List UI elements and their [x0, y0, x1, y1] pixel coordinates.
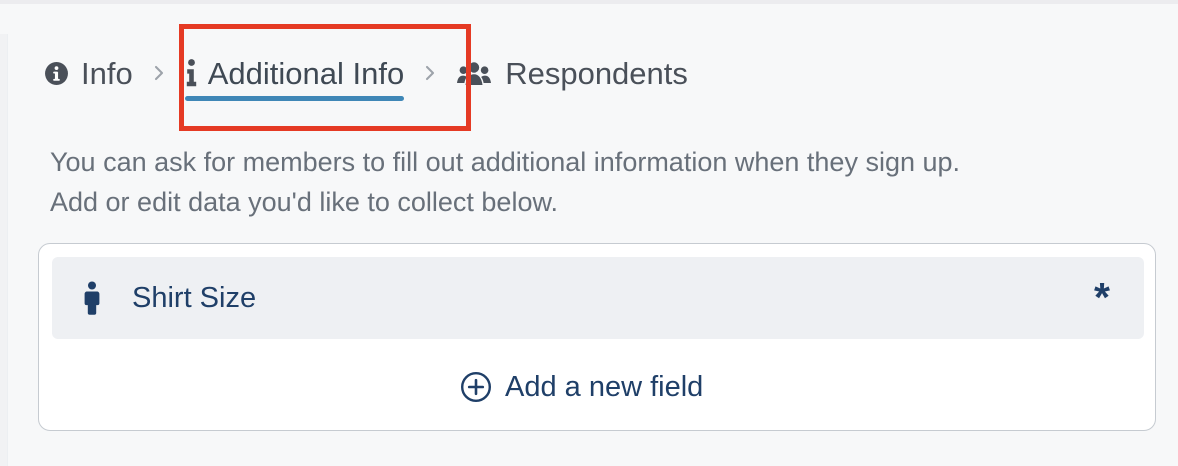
- step-respondents[interactable]: Respondents: [456, 49, 688, 97]
- wizard-steps: Info Additional Info Respondents: [44, 48, 688, 101]
- person-icon: [81, 281, 103, 315]
- info-circle-icon: [44, 61, 69, 86]
- intro-text: You can ask for members to fill out addi…: [50, 142, 1150, 222]
- step-respondents-label: Respondents: [505, 55, 688, 91]
- required-asterisk-icon: *: [1094, 274, 1110, 320]
- chevron-right-icon: [151, 49, 167, 97]
- field-label-shirt-size: Shirt Size: [132, 281, 257, 314]
- plus-circle-icon: [460, 371, 492, 403]
- add-new-field-label: Add a new field: [505, 370, 704, 403]
- step-additional-info-label: Additional Info: [207, 55, 405, 91]
- add-new-field-button[interactable]: Add a new field: [460, 364, 703, 410]
- top-rule: [0, 0, 1178, 4]
- step-additional-info[interactable]: Additional Info: [184, 49, 405, 101]
- step-info[interactable]: Info: [44, 49, 133, 97]
- intro-line-2: Add or edit data you'd like to collect b…: [50, 187, 558, 217]
- users-icon: [456, 61, 492, 86]
- fields-card: Shirt Size * Add a new field: [38, 243, 1156, 431]
- info-icon: [185, 58, 198, 88]
- step-info-label: Info: [81, 55, 133, 91]
- intro-line-1: You can ask for members to fill out addi…: [50, 147, 961, 177]
- left-panel-edge: [0, 34, 8, 466]
- additional-info-screen: Info Additional Info Respondents You can…: [0, 0, 1178, 466]
- chevron-right-icon: [422, 49, 438, 97]
- field-row-shirt-size[interactable]: Shirt Size *: [52, 257, 1144, 339]
